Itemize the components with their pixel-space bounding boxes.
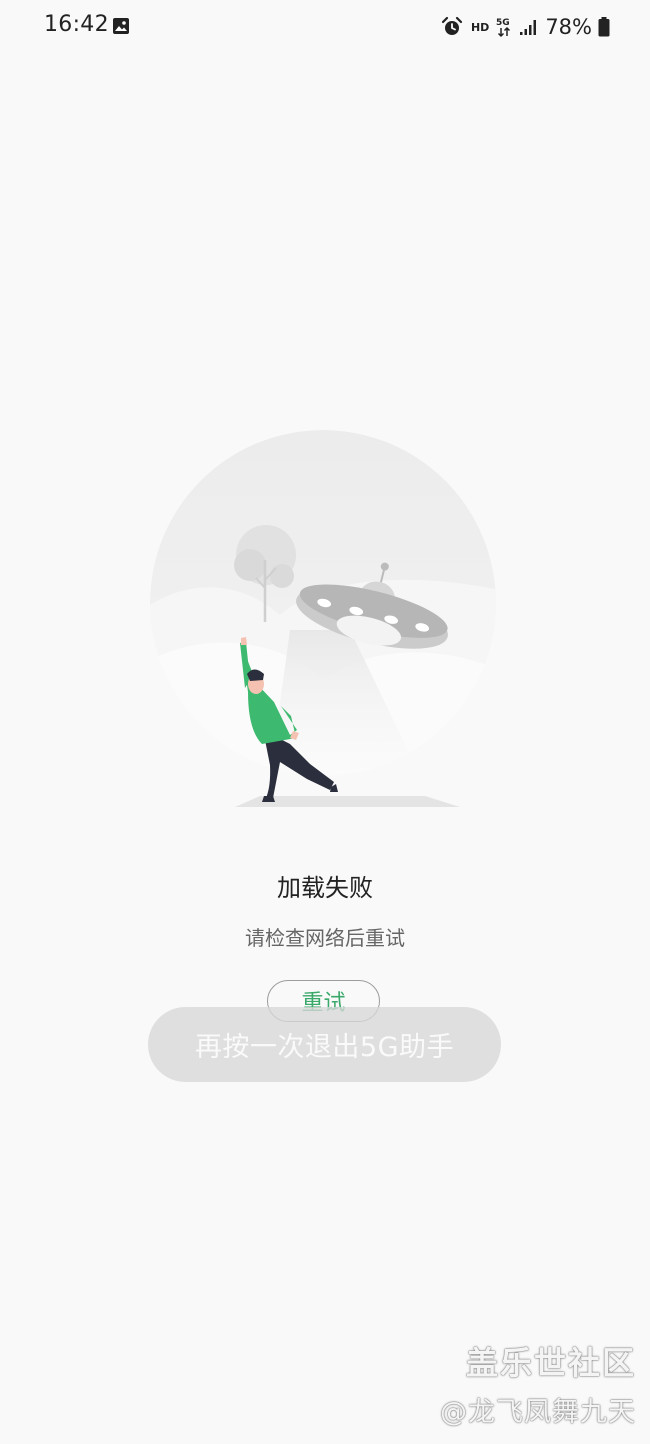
battery-percentage: 78% bbox=[545, 15, 592, 39]
signal-icon bbox=[520, 20, 537, 35]
exit-toast: 再按一次退出5G助手 bbox=[148, 1007, 501, 1082]
hd-indicator: HD bbox=[470, 20, 490, 34]
status-bar: 16:42 HD 5G 78% bbox=[0, 0, 650, 56]
status-icons: HD 5G 78% bbox=[441, 12, 610, 42]
status-time: 16:42 bbox=[44, 12, 109, 37]
exit-toast-text: 再按一次退出5G助手 bbox=[194, 1032, 455, 1063]
ufo-network-error-illustration bbox=[150, 430, 496, 807]
error-title: 加载失败 bbox=[277, 874, 373, 902]
gallery-icon bbox=[113, 18, 129, 34]
5g-network-icon: 5G bbox=[496, 18, 511, 38]
watermark-author: @龙飞凤舞九天 bbox=[440, 1397, 636, 1428]
alarm-icon bbox=[441, 16, 463, 35]
error-subtitle: 请检查网络后重试 bbox=[245, 926, 405, 950]
svg-text:5G: 5G bbox=[496, 18, 510, 28]
battery-icon bbox=[598, 17, 610, 37]
watermark-community: 盖乐世社区 bbox=[465, 1344, 636, 1382]
